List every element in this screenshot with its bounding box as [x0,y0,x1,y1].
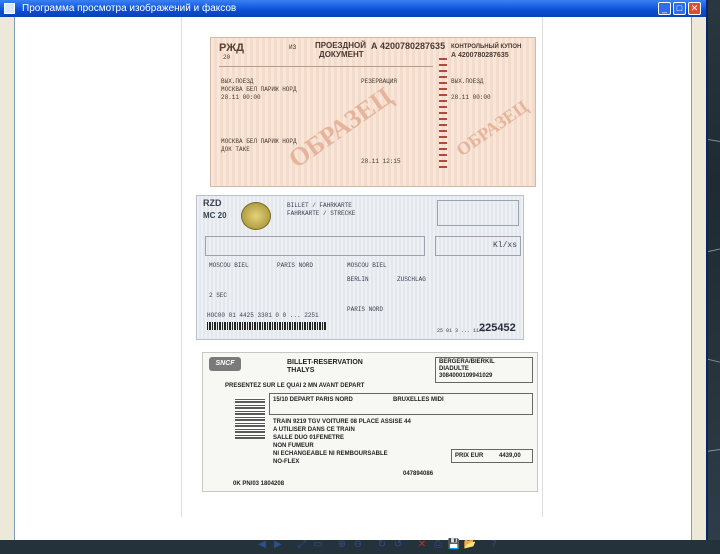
previous-image-button[interactable]: ◀ [255,538,269,552]
desktop-streak [708,138,720,143]
open-button[interactable]: 📂 [463,538,477,552]
scanned-page: ОБРАЗЕЦ ОБРАЗЕЦ РЖД 20 ИЗ ПРОЕЗДНОЙ ДОКУ… [181,17,543,517]
sncf-line-9: NO-FLEX [273,459,300,465]
sncf-line-7: NON FUMEUR [273,443,314,449]
rzd-intl-line-4: MOSCOU BIEL [347,262,387,269]
rzd-intl-code-box [437,200,519,226]
sncf-price: 4439,00 [499,453,521,459]
rzd-intl-line-1: MOSCOU BIEL [209,262,249,269]
rzd-emblem-seal [241,202,271,230]
sncf-line-8: NI ECHANGEABLE NI REMBOURSABLE [273,451,388,457]
sncf-thalys-ticket: SNCF BILLET-RESERVATION THALYS BERGERA/B… [202,352,538,492]
rzd-logo-text: РЖД [219,42,244,54]
rzd-intl-number-prefix: 25 01 3 ... 11/0 [437,328,486,334]
rzd-intl-grid-row [205,236,425,256]
sncf-price-label: PRIX EUR [455,453,484,459]
sncf-2d-barcode [235,397,265,439]
divider [219,66,433,67]
sncf-line-3: BRUXELLES MIDI [393,397,444,403]
sample-watermark-control: ОБРАЗЕЦ [452,96,532,160]
rzd-ticket: ОБРАЗЕЦ ОБРАЗЕЦ РЖД 20 ИЗ ПРОЕЗДНОЙ ДОКУ… [210,37,536,187]
rzd-international-ticket: RZD MC 20 BILLET / FAHRKARTE FAHRKARTE /… [196,195,524,340]
rzd-intl-line-6: ZUSCHLAG [397,276,426,283]
sncf-line-5: A UTILISER DANS CE TRAIN [273,427,355,433]
close-button[interactable]: ✕ [688,2,701,15]
toolbar-separator [287,538,293,552]
rzd-line-7: 28.11 12:15 [361,158,401,165]
actual-size-button[interactable]: ▭ [311,538,325,552]
rzd-intl-line-3: 2 SEC [209,292,228,299]
rzd-line-6: РЕЗЕРВАЦИЯ [361,78,398,85]
sncf-title: BILLET-RESERVATION [287,359,363,366]
rzd-line-4: МОСКВА БЕЛ ПАРИЖ НОРД [221,138,297,145]
rzd-control-line-1: ВЫХ.ПОЕЗД [451,78,484,85]
rzd-intl-logo-text: RZD [203,198,222,208]
rzd-intl-footer-code: HOC00 01 4425 3301 0 0 ... 2251 [207,312,319,319]
control-perforation [439,58,447,168]
sncf-ref: 047894086 [403,471,434,477]
rzd-intl-number: 225452 [479,322,516,334]
sncf-footer: 0K PN/03 1804208 [233,481,285,487]
sncf-subtitle: THALYS [287,367,315,374]
desktop-streak [706,248,720,253]
image-canvas[interactable]: ОБРАЗЕЦ ОБРАЗЕЦ РЖД 20 ИЗ ПРОЕЗДНОЙ ДОКУ… [14,17,692,550]
rotate-clockwise-button[interactable]: ↻ [375,538,389,552]
sncf-box-title: BERGERA/BIERKIL [439,359,495,365]
viewer-toolbar: ◀ ▶ ⤢ ▭ ⊕ ⊖ ↻ ↺ ✕ ⎙ 💾 📂 ? [255,536,503,554]
save-button[interactable]: 💾 [447,538,461,552]
rzd-line-1: ВЫХ.ПОЕЗД [221,78,254,85]
sncf-box-sub: DIADULTE [439,366,469,372]
rzd-intl-barcode [207,322,327,330]
rotate-counterclockwise-button[interactable]: ↺ [391,538,405,552]
sncf-line-1: PRESENTEZ SUR LE QUAI 2 MN AVANT DEPART [225,383,365,389]
window-titlebar[interactable]: Программа просмотра изображений и факсов… [0,0,706,17]
minimize-button[interactable]: _ [658,2,671,15]
rzd-line-5: ДОК ТАКЕ [221,146,250,153]
rzd-control-title: КОНТРОЛЬНЫЙ КУПОН [451,44,522,50]
sncf-line-2: 15/10 DEPART PARIS NORD [273,397,353,403]
rzd-doc-title-2: ДОКУМЕНТ [319,50,364,59]
help-button[interactable]: ? [487,538,501,552]
rzd-intl-code: MC 20 [203,211,227,220]
image-viewer-window: Программа просмотра изображений и факсов… [0,0,708,550]
next-image-button[interactable]: ▶ [271,538,285,552]
toolbar-separator [367,538,373,552]
rzd-intl-doc-title: BILLET / FAHRKARTE [287,202,352,209]
sncf-box-code: 3084000109941029 [439,373,493,379]
rzd-doc-title: ПРОЕЗДНОЙ [315,41,366,50]
toolbar-separator [327,538,333,552]
rzd-line-2: МОСКВА БЕЛ ПАРИЖ НОРД [221,86,297,93]
rzd-code: 20 [223,54,231,61]
zoom-in-button[interactable]: ⊕ [335,538,349,552]
window-title: Программа просмотра изображений и факсов [22,3,237,14]
delete-button[interactable]: ✕ [415,538,429,552]
rzd-control-line-2: 28.11 00:00 [451,94,491,101]
rzd-line-3: 28.11 00:00 [221,94,261,101]
rzd-serial: А 4200780287635 [371,41,446,51]
print-button[interactable]: ⎙ [431,538,445,552]
zoom-out-button[interactable]: ⊖ [351,538,365,552]
viewer-app-icon [4,3,15,14]
rzd-header-mid: ИЗ [289,44,297,51]
sncf-line-6: SALLE DUO 01FENETRE [273,435,345,441]
rzd-intl-line-7: PARIS NORD [347,306,384,313]
maximize-button[interactable]: □ [673,2,686,15]
rzd-intl-class-mark: Kl/xs [493,241,518,250]
rzd-intl-line-5: BERLIN [347,276,369,283]
desktop-streak [706,358,720,363]
rzd-intl-line-2: PARIS NORD [277,262,314,269]
toolbar-separator [479,538,485,552]
sncf-line-4: TRAIN 9219 TGV VOITURE 08 PLACE ASSISE 4… [273,419,411,425]
rzd-control-serial: А 4200780287635 [451,52,509,59]
best-fit-button[interactable]: ⤢ [295,538,309,552]
sncf-logo: SNCF [209,357,241,371]
toolbar-separator [407,538,413,552]
desktop-streak [705,449,720,452]
rzd-intl-doc-subtitle: FAHRKARTE / STRECKE [287,210,356,217]
